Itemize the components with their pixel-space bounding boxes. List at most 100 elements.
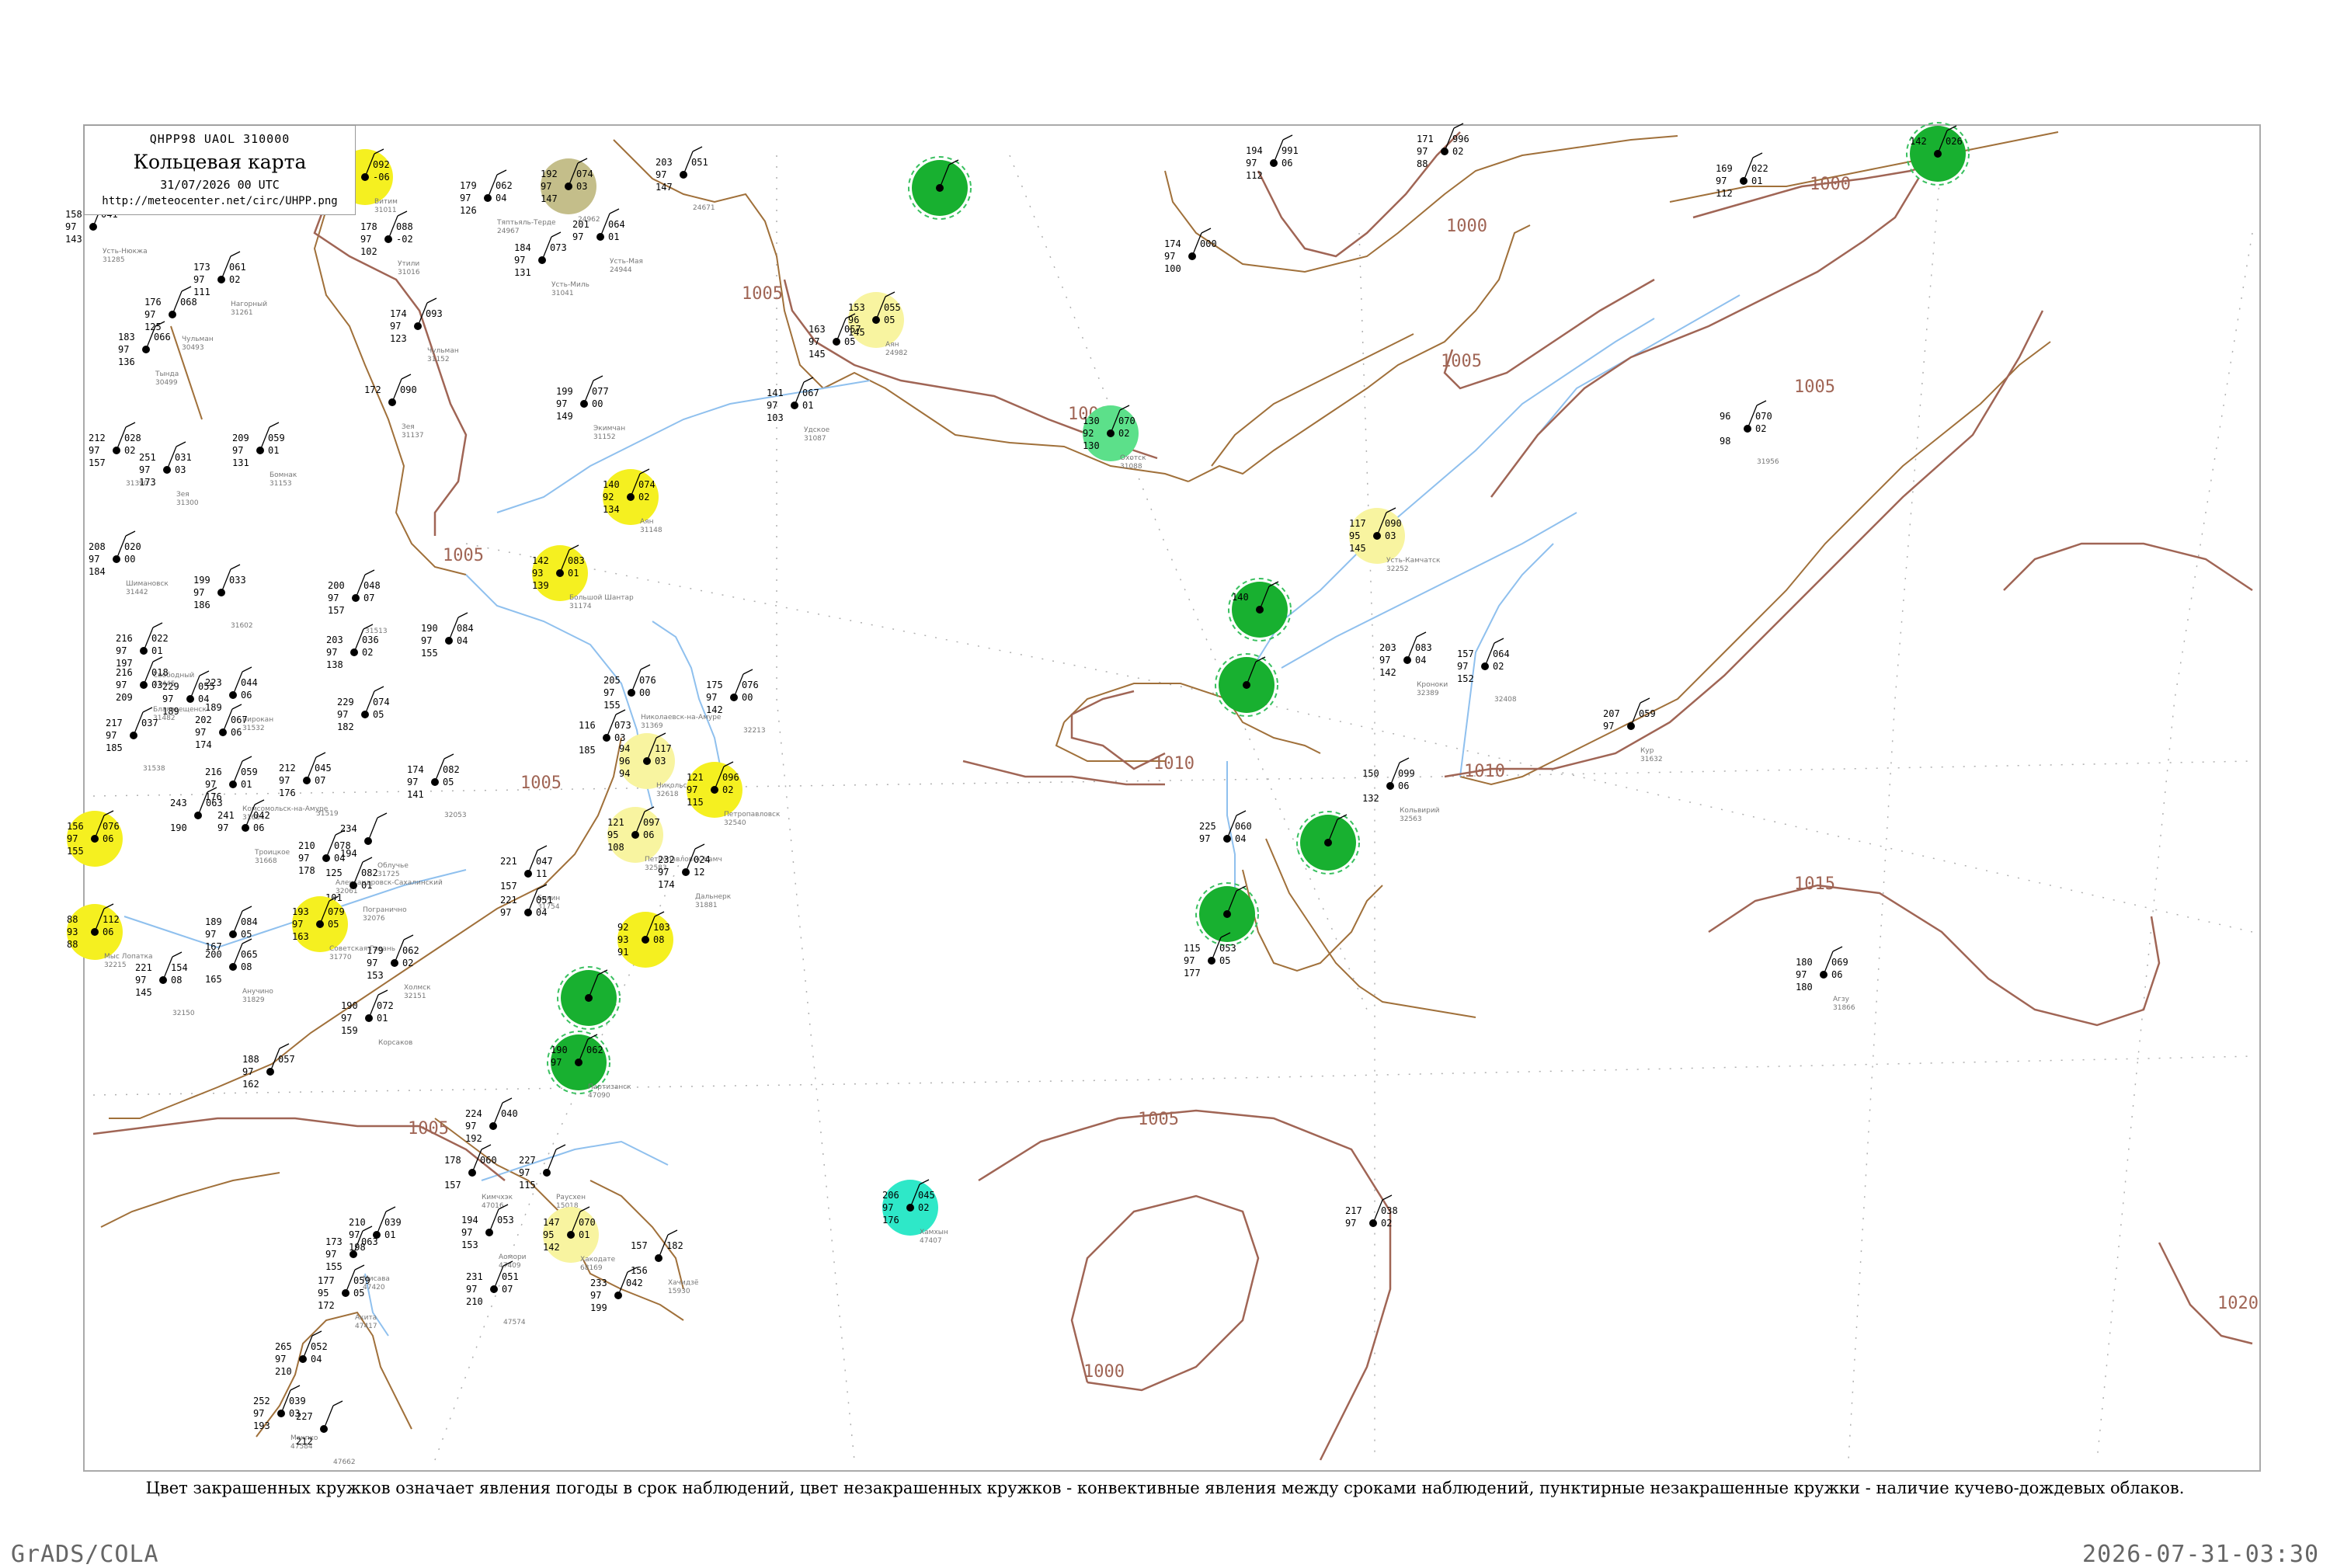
- pressure-tendency-value: 01: [802, 400, 813, 411]
- pressure-value: 055: [884, 302, 901, 313]
- station-name: Шимановск: [126, 580, 169, 588]
- temperature-value: 210: [298, 840, 315, 851]
- pressure-tendency-value: 08: [653, 934, 664, 945]
- visibility-value: 155: [421, 648, 438, 659]
- pressure-value: 053: [1219, 943, 1236, 954]
- dewpoint-value: 97: [390, 321, 401, 332]
- station-name: Бомнак: [270, 471, 297, 479]
- pressure-value: 048: [363, 580, 381, 591]
- temperature-value: 92: [617, 922, 628, 933]
- pressure-value: 182: [666, 1240, 683, 1251]
- generation-timestamp: 2026-07-31-03:30: [2082, 1541, 2319, 1568]
- pressure-tendency-value: 11: [536, 868, 547, 879]
- visibility-value: 143: [65, 234, 82, 245]
- dewpoint-value: 97: [407, 777, 418, 787]
- temperature-value: 140: [603, 479, 620, 490]
- dewpoint-value: 97: [116, 645, 127, 656]
- station-index: 31261: [231, 309, 253, 317]
- pressure-tendency-value: 04: [334, 853, 345, 864]
- pressure-tendency-value: 01: [151, 645, 162, 656]
- temperature-value: 173: [193, 262, 210, 273]
- isobar-label: 1020: [2217, 1294, 2259, 1313]
- dewpoint-value: 97: [106, 730, 116, 741]
- pressure-tendency-value: 01: [377, 1013, 388, 1024]
- temperature-value: 216: [205, 767, 222, 777]
- station-name: Хакодате: [580, 1256, 616, 1264]
- dewpoint-value: 96: [619, 756, 630, 767]
- station-index: 30493: [182, 344, 204, 352]
- station-index: 31956: [1757, 458, 1779, 466]
- visibility-value: 165: [205, 974, 222, 985]
- dewpoint-value: 97: [551, 1057, 562, 1068]
- station-index: 31153: [270, 480, 292, 488]
- temperature-value: 130: [1083, 415, 1100, 426]
- visibility-value: 88: [1417, 158, 1428, 169]
- source-url[interactable]: http://meteocenter.net/circ/UHPP.png: [85, 195, 355, 207]
- station-name: Чульман: [182, 336, 214, 343]
- dewpoint-value: 97: [337, 709, 348, 720]
- map-title: Кольцевая карта: [133, 151, 307, 173]
- dewpoint-value: 97: [809, 336, 819, 347]
- station-index: 47574: [503, 1319, 526, 1326]
- visibility-value: 174: [658, 879, 675, 890]
- station-index: 31532: [242, 725, 265, 732]
- pressure-tendency-value: 00: [124, 554, 135, 565]
- dewpoint-value: 97: [1457, 661, 1468, 672]
- visibility-value: 189: [205, 702, 222, 713]
- pressure-tendency-value: 06: [241, 690, 252, 701]
- dewpoint-value: 93: [617, 934, 628, 945]
- dewpoint-value: 97: [1345, 1218, 1356, 1229]
- pressure-tendency-value: 04: [457, 635, 468, 646]
- temperature-value: 194: [1246, 145, 1263, 156]
- pressure-tendency-value: 02: [1493, 661, 1504, 672]
- visibility-value: 108: [607, 842, 624, 853]
- pressure-value: 064: [1493, 648, 1510, 659]
- visibility-value: 176: [279, 787, 296, 798]
- pressure-tendency-value: 02: [124, 445, 135, 456]
- dewpoint-value: 97: [541, 181, 551, 192]
- pressure-tendency-value: 02: [402, 958, 413, 968]
- visibility-value: 173: [139, 477, 156, 488]
- dewpoint-value: 97: [328, 593, 339, 603]
- bulletin-code: QHPP98 UAOL 310000: [149, 132, 290, 146]
- station-name: Хамхын: [920, 1229, 948, 1236]
- pressure-value: 093: [426, 308, 443, 319]
- temperature-value: 188: [242, 1054, 259, 1065]
- isobar-label: 1000: [1446, 217, 1487, 236]
- dewpoint-value: 97: [421, 635, 432, 646]
- station-index: 31725: [377, 871, 400, 878]
- pressure-tendency-value: 03: [151, 680, 162, 690]
- pressure-value: 112: [103, 914, 120, 925]
- pressure-value: 060: [480, 1155, 497, 1166]
- pressure-tendency-value: 03: [175, 464, 186, 475]
- visibility-value: 142: [1379, 667, 1396, 678]
- station-index: 32076: [363, 915, 385, 923]
- pressure-value: 022: [1751, 163, 1768, 174]
- visibility-value: 103: [767, 412, 784, 423]
- visibility-value: 210: [466, 1296, 483, 1307]
- station-name: Кольвирий: [1400, 807, 1440, 815]
- pressure-tendency-value: 00: [742, 692, 753, 703]
- visibility-value: 131: [514, 267, 531, 278]
- station-name: Усть-Нюкжа: [103, 248, 148, 256]
- station-index: 47090: [588, 1092, 610, 1100]
- pressure-value: 059: [1639, 708, 1656, 719]
- pressure-tendency-value: 02: [722, 784, 733, 795]
- station-index: 31285: [103, 256, 125, 264]
- pressure-tendency-value: 03: [576, 181, 587, 192]
- temperature-value: 251: [139, 452, 156, 463]
- visibility-value: 178: [298, 865, 315, 876]
- temperature-value: 88: [67, 914, 78, 925]
- isobar-label: 1010: [1153, 754, 1195, 774]
- pressure-tendency-value: 08: [241, 961, 252, 972]
- pressure-tendency-value: 06: [643, 829, 654, 840]
- temperature-value: 233: [590, 1278, 607, 1288]
- pressure-tendency-value: 02: [229, 274, 240, 285]
- pressure-tendency-value: 03: [614, 732, 625, 743]
- pressure-value: 024: [694, 854, 711, 865]
- pressure-tendency-value: 02: [638, 492, 649, 502]
- visibility-value: 212: [296, 1436, 313, 1447]
- temperature-value: 96: [1720, 411, 1730, 422]
- dewpoint-value: 97: [1164, 251, 1175, 262]
- pressure-value: 028: [124, 433, 141, 443]
